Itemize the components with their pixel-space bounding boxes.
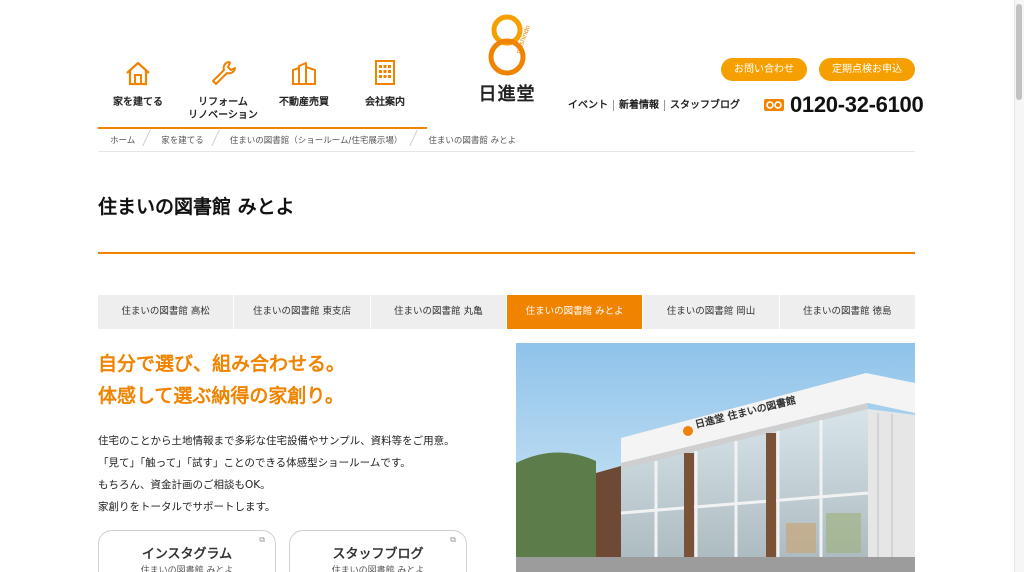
nav-item-real-estate[interactable]: 不動産売買 xyxy=(261,58,347,109)
headline-line: 体感して選ぶ納得の家創り。 xyxy=(98,385,345,407)
sub-link-event[interactable]: イベント xyxy=(568,100,613,111)
phone-number-text: 0120-32-6100 xyxy=(790,92,924,117)
card-subtitle: 住まいの図書館 みとよ xyxy=(331,566,425,572)
tab-higashi-branch[interactable]: 住まいの図書館 東支店 xyxy=(234,295,371,329)
staff-blog-card[interactable]: ⧉ スタッフブログ 住まいの図書館 みとよ xyxy=(289,530,467,572)
intro-line: 「見て」「触って」「試す」ことのできる体感型ショールームです。 xyxy=(98,457,411,469)
breadcrumb-divider xyxy=(98,151,915,152)
nav-label: 家を建てる xyxy=(113,97,163,108)
tab-tokushima[interactable]: 住まいの図書館 徳島 xyxy=(779,295,915,329)
intro-line: 家創りをトータルでサポートします。 xyxy=(98,501,276,513)
intro-line: 住宅のことから土地情報まで多彩な住宅設備やサンプル、資料等をご用意。 xyxy=(98,435,455,447)
nav-item-reform[interactable]: リフォーム リノベーション xyxy=(180,58,266,122)
breadcrumb: ホーム 家を建てる 住まいの図書館（ショールーム/住宅展示場） 住まいの図書館 … xyxy=(98,131,530,149)
logo-mark-icon: nisshindo xyxy=(488,14,532,76)
nav-item-company[interactable]: 会社案内 xyxy=(342,58,428,109)
free-dial-icon xyxy=(764,99,784,111)
headline: 自分で選び、組み合わせる。 体感して選ぶ納得の家創り。 xyxy=(98,348,345,412)
external-link-icon: ⧉ xyxy=(450,535,456,544)
intro-text: 住宅のことから土地情報まで多彩な住宅設備やサンプル、資料等をご用意。 「見て」「… xyxy=(98,430,455,518)
wrench-icon xyxy=(212,61,236,85)
breadcrumb-item-build-house[interactable]: 家を建てる xyxy=(149,134,218,146)
showroom-photo: 日進堂 住まいの図書館 xyxy=(516,343,915,572)
nav-item-build-house[interactable]: 家を建てる xyxy=(95,58,181,109)
nav-underline xyxy=(98,127,427,129)
phone-number[interactable]: 0120-32-6100 xyxy=(764,92,924,118)
sub-link-news[interactable]: 新着情報 xyxy=(613,100,664,111)
sub-link-staff-blog[interactable]: スタッフブログ xyxy=(664,100,745,111)
breadcrumb-item-showroom[interactable]: 住まいの図書館（ショールーム/住宅展示場） xyxy=(218,134,417,146)
office-building-icon xyxy=(375,60,395,85)
breadcrumb-item-current: 住まいの図書館 みとよ xyxy=(428,136,517,146)
tab-mitoyo[interactable]: 住まいの図書館 みとよ xyxy=(506,295,644,329)
showroom-tabs: 住まいの図書館 高松 住まいの図書館 東支店 住まいの図書館 丸亀 住まいの図書… xyxy=(98,295,915,329)
tab-marugame[interactable]: 住まいの図書館 丸亀 xyxy=(370,295,507,329)
logo-text: 日進堂 xyxy=(478,84,536,105)
sub-links: イベント 新着情報 スタッフブログ xyxy=(568,100,745,111)
building-columns-icon xyxy=(292,62,316,85)
nav-label: リフォーム リノベーション xyxy=(188,97,258,121)
external-link-icon: ⧉ xyxy=(259,535,265,544)
intro-line: もちろん、資金計画のご相談もOK。 xyxy=(98,479,271,491)
instagram-card[interactable]: ⧉ インスタグラム 住まいの図書館 みとよ xyxy=(98,530,276,572)
headline-line: 自分で選び、組み合わせる。 xyxy=(98,353,346,375)
nav-label: 不動産売買 xyxy=(279,97,329,108)
scrollbar-thumb[interactable] xyxy=(1016,4,1022,100)
contact-button[interactable]: お問い合わせ xyxy=(721,58,807,81)
card-title: インスタグラム xyxy=(141,547,233,562)
tab-okayama[interactable]: 住まいの図書館 岡山 xyxy=(643,295,780,329)
card-title: スタッフブログ xyxy=(332,547,424,562)
house-icon xyxy=(126,61,150,86)
title-rule xyxy=(98,252,915,254)
inspection-request-button[interactable]: 定期点検お申込 xyxy=(819,58,915,81)
page-title: 住まいの図書館 みとよ xyxy=(98,196,295,218)
tab-takamatsu[interactable]: 住まいの図書館 高松 xyxy=(98,295,235,329)
breadcrumb-item-home[interactable]: ホーム xyxy=(98,134,149,146)
nav-label: 会社案内 xyxy=(365,97,405,108)
card-subtitle: 住まいの図書館 みとよ xyxy=(140,566,234,572)
